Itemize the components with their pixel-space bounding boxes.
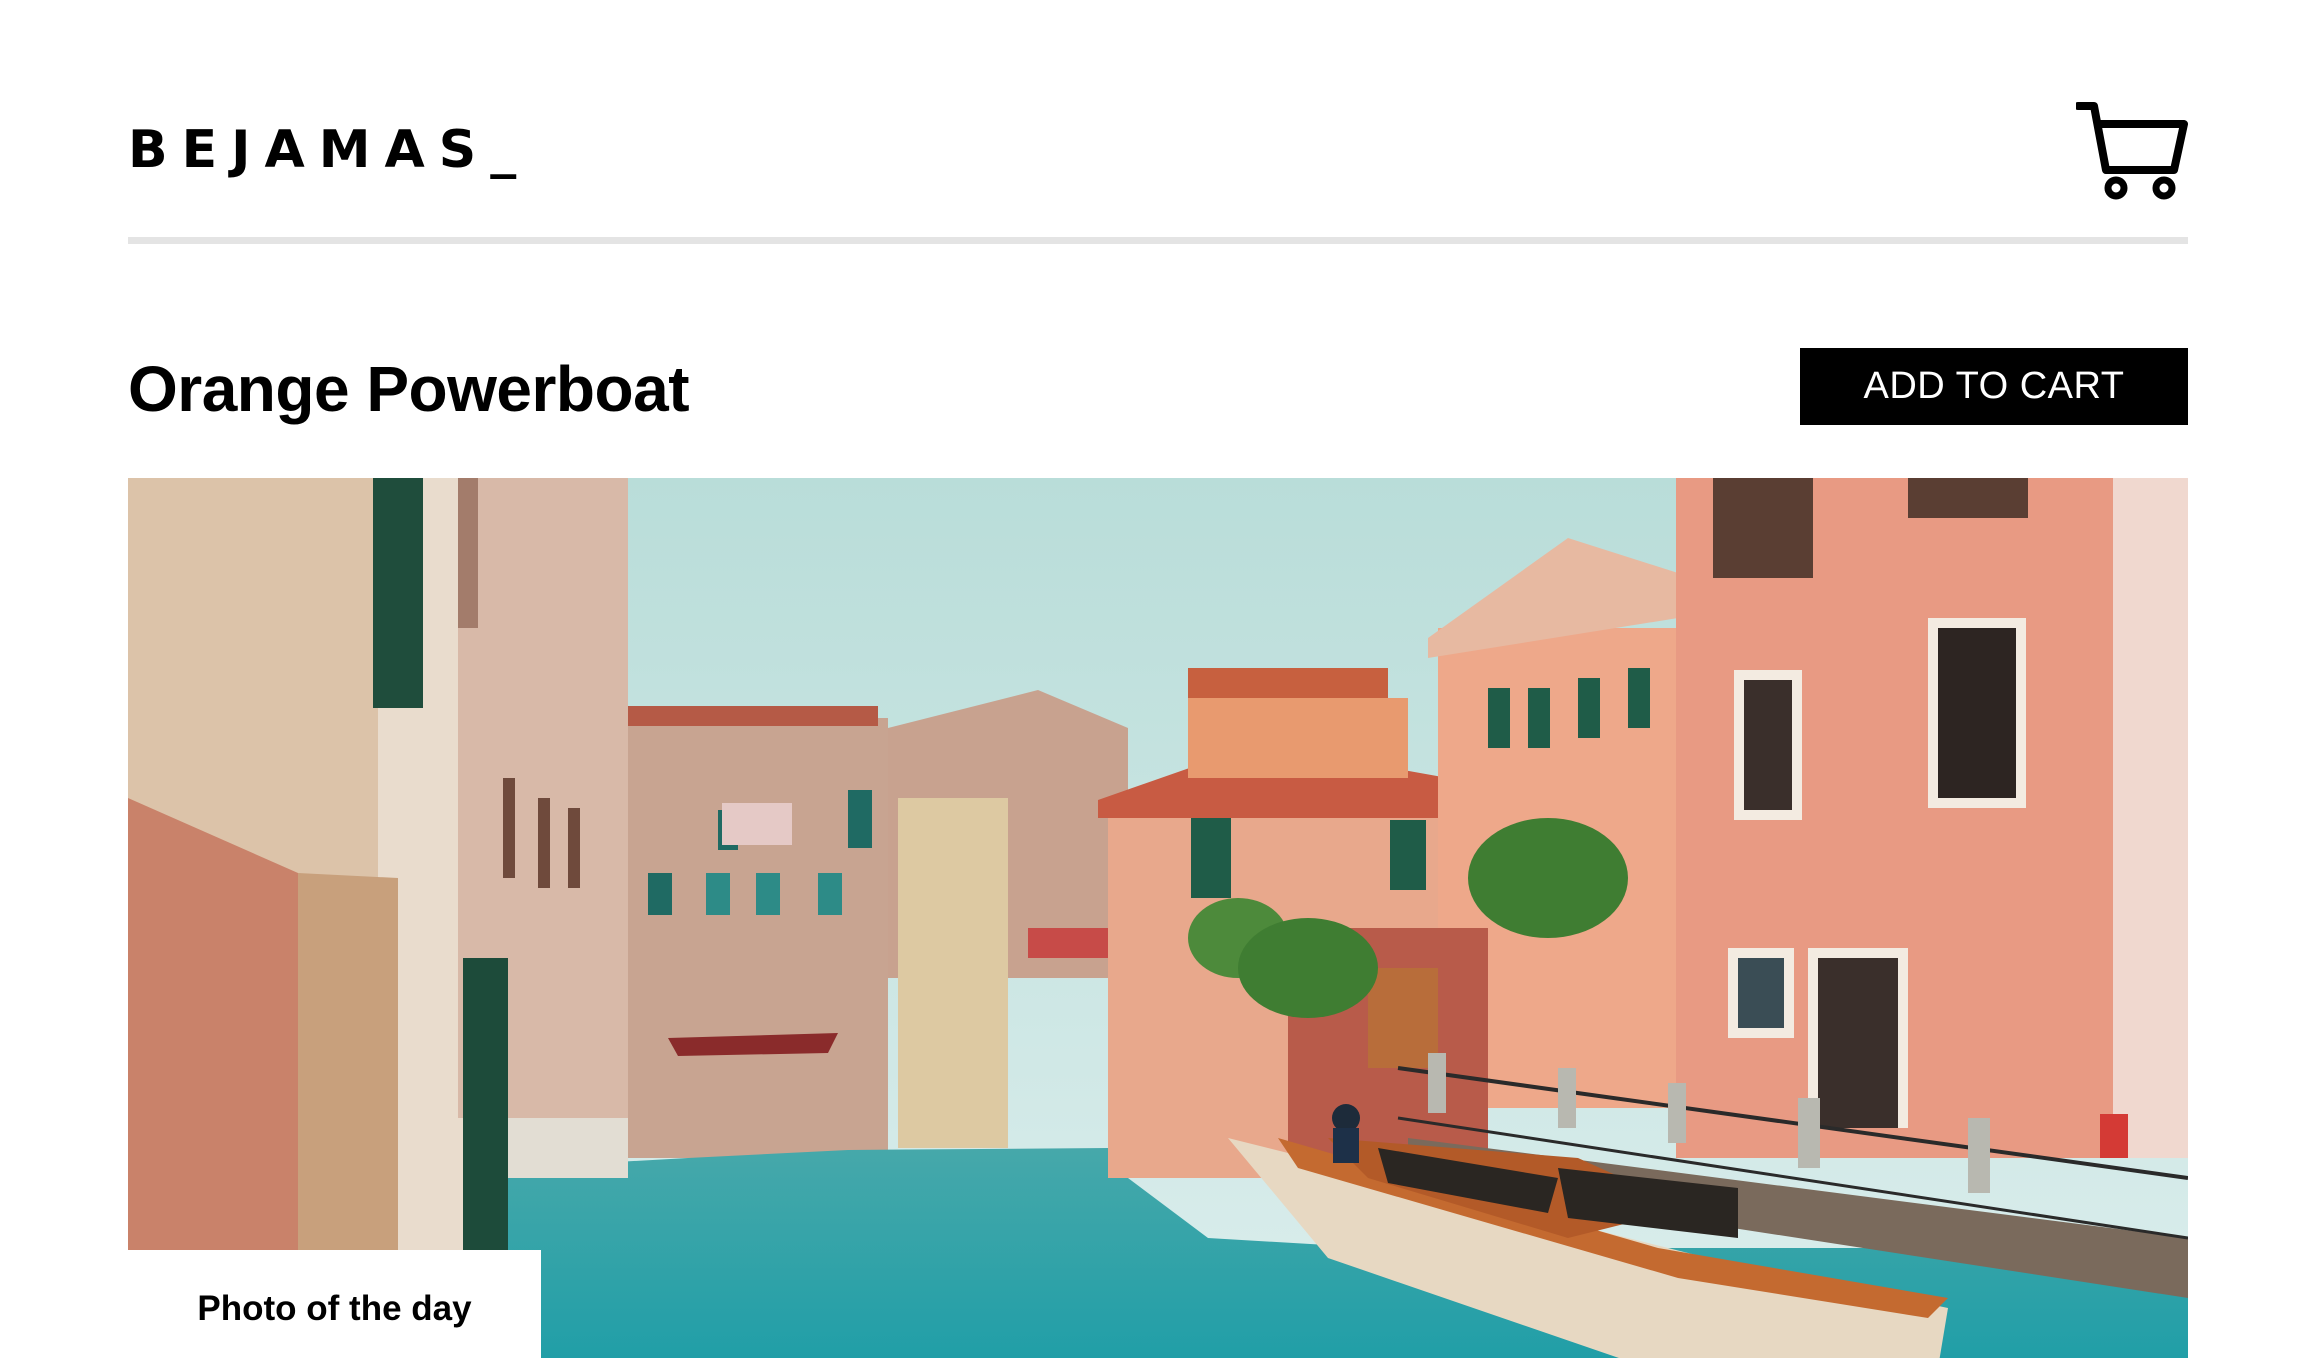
brand-logo[interactable]: BEJAMAS_ xyxy=(128,120,530,180)
canal-photo-illustration xyxy=(128,478,2188,1358)
hero-photo xyxy=(128,478,2188,1358)
header-divider xyxy=(128,237,2188,244)
product-page: BEJAMAS_ Orange Powerboat ADD TO CART Ph… xyxy=(0,0,2300,1358)
photo-of-the-day-badge: Photo of the day xyxy=(128,1250,541,1358)
add-to-cart-button[interactable]: ADD TO CART xyxy=(1800,348,2188,425)
product-title: Orange Powerboat xyxy=(128,353,690,425)
shopping-cart-icon xyxy=(2074,102,2188,200)
site-header: BEJAMAS_ xyxy=(128,90,2188,210)
cart-button[interactable] xyxy=(2074,100,2188,200)
